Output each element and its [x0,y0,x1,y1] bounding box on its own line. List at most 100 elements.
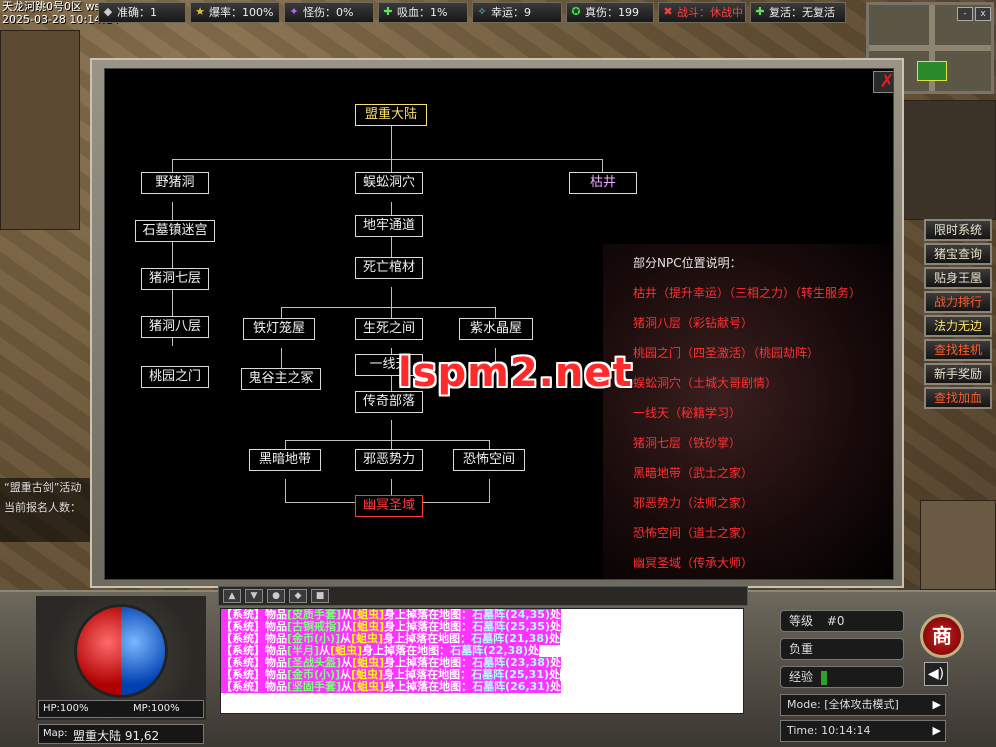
chat-tab-guild[interactable]: ◆ [289,589,307,603]
event-signup-count: 当前报名人数： [4,501,81,514]
npc-line: 蜈蚣洞穴（土城大哥剧情） [633,376,778,390]
exp-bar [820,670,827,685]
map-guide-dialog: 盟重大陆 野猪洞 石墓镇迷宫 猪洞七层 猪洞八层 桃园之门 蜈蚣洞穴 地牢通道 … [90,58,904,588]
bottom-hud: HP:100% MP:100% Map: 盟重大陆 91,62 ▲ ▼ ● ◆ … [0,586,996,747]
event-signup-panel: “盟重古剑”活动 当前报名人数： [0,478,92,542]
map-node-life-death[interactable]: 生死之间 [355,318,423,340]
map-label: Map: [43,728,68,739]
exp-label: 经验 [789,670,814,684]
side-btn-find-heal[interactable]: 查找加血 [924,387,992,409]
side-btn-power-ranking[interactable]: 战力排行 [924,291,992,313]
side-btn-pig-treasure[interactable]: 猪宝查询 [924,243,992,265]
map-node-iron-lantern-house[interactable]: 铁灯笼屋 [243,318,315,340]
map-node-pig-cave-8[interactable]: 猪洞八层 [141,316,209,338]
time-display: Time: 10:14:14 ▶ [780,720,946,742]
npc-line: 枯井（提升幸运）（三相之力）（转生服务） [633,286,862,300]
mode-value: [全体攻击模式] [824,698,899,711]
minimap-player-marker [917,61,947,81]
exp-display: 经验 [780,666,904,688]
npc-line: 幽冥圣域（传承大师） [633,556,754,570]
map-node-stone-tomb-maze[interactable]: 石墓镇迷宫 [135,220,215,242]
site-watermark: lspm2.net [398,350,633,396]
side-btn-infinite-mana[interactable]: 法力无边 [924,315,992,337]
drop-rate-icon: ★ [195,5,205,18]
npc-line: 桃园之门（四圣激活）（桃园劫阵） [633,346,820,360]
weight-display: 负重 [780,638,904,660]
npc-line: 邪恶势力（法师之家） [633,496,754,510]
side-btn-newbie-reward[interactable]: 新手奖励 [924,363,992,385]
true-damage-icon: ✪ [571,5,581,18]
revive-icon: ✚ [755,5,765,18]
minimap-close-button[interactable]: x [975,7,991,21]
stat-lifesteal: ✚ 吸血：1% [378,2,468,23]
level-value: #0 [826,614,845,628]
luck-icon: ✧ [477,5,487,18]
level-display: 等级 #0 [780,610,904,632]
accuracy-icon: ◆ [103,5,113,18]
stat-luck: ✧ 幸运：9 [472,2,562,23]
battle-icon: ✖ [663,5,673,18]
chat-tab-down[interactable]: ▼ [245,589,263,603]
stat-battle: ✖ 战斗：休战中 [658,2,746,23]
map-node-amethyst-house[interactable]: 紫水晶屋 [459,318,533,340]
npc-location-panel: 部分NPC位置说明： 枯井（提升幸运）（三相之力）（转生服务） 猪洞八层（彩钻献… [603,244,893,579]
stat-monster-damage: ✦ 怪伤：0% [284,2,374,23]
mode-label: Mode: [787,698,821,711]
map-node-terror-space[interactable]: 恐怖空间 [453,449,525,471]
map-node-wild-boar-cave[interactable]: 野猪洞 [141,172,209,194]
side-btn-find-afk[interactable]: 查找挂机 [924,339,992,361]
stat-revive: ✚ 复活：无复活 [750,2,846,23]
time-label: Time: [787,724,818,737]
chat-tab-system[interactable]: ■ [311,589,329,603]
map-node-dark-zone[interactable]: 黑暗地带 [249,449,321,471]
minimap-minimize-button[interactable]: - [957,7,973,21]
npc-line: 黑暗地带（武士之家） [633,466,754,480]
chat-tab-all[interactable]: ● [267,589,285,603]
dialog-close-button[interactable]: ✗ [873,71,893,93]
mp-label: MP:100% [133,703,180,714]
stat-accuracy: ◆ 准确：1 [98,2,186,23]
attack-mode-selector[interactable]: Mode: [全体攻击模式] ▶ [780,694,946,716]
map-node-centipede-cave[interactable]: 蜈蚣洞穴 [355,172,423,194]
map-readout: Map: 盟重大陆 91,62 [38,724,204,744]
time-value: 10:14:14 [821,724,871,737]
event-title: “盟重古剑”活动 [4,481,82,494]
hp-mp-orb [74,604,168,698]
map-node-nether-holy-land[interactable]: 幽冥圣域 [355,495,423,517]
stat-drop-rate: ★ 爆率：100% [190,2,280,23]
map-node-pig-cave-7[interactable]: 猪洞七层 [141,268,209,290]
map-node-death-coffin[interactable]: 死亡棺材 [355,257,423,279]
chat-tab-up[interactable]: ▲ [223,589,241,603]
level-label: 等级 [789,614,814,628]
chat-toolbar: ▲ ▼ ● ◆ ■ [218,586,748,606]
mode-arrow-icon: ▶ [932,698,941,711]
map-node-ghost-valley-tomb[interactable]: 鬼谷主之冢 [241,368,321,390]
monster-damage-icon: ✦ [289,5,299,18]
map-node-peach-gate[interactable]: 桃园之门 [141,366,209,388]
stat-true-damage: ✪ 真伤：199 [566,2,654,23]
side-menu: 限时系统 猪宝查询 贴身王凰 战力排行 法力无边 查找挂机 新手奖励 查找加血 [924,219,996,411]
map-node-dry-well[interactable]: 枯井 [569,172,637,194]
side-btn-timed-system[interactable]: 限时系统 [924,219,992,241]
sound-toggle-icon[interactable]: ◀) [924,662,948,686]
npc-line: 猪洞八层（彩钻献号） [633,316,754,330]
mp-fill [121,607,165,695]
npc-line: 恐怖空间（道士之家） [633,526,754,540]
npc-line: 一线天（秘籍学习） [633,406,742,420]
map-node-evil-force[interactable]: 邪恶势力 [355,449,423,471]
hp-label: HP:100% [43,703,89,714]
top-status-bar: 天龙河跳0号0区 ws521 2025-03-28 10:14:14 ◆准确：1… [0,0,870,26]
server-name: 天龙河跳0号0区 [2,0,82,13]
map-node-mengzhong[interactable]: 盟重大陆 [355,104,427,126]
lifesteal-icon: ✚ [383,5,393,18]
npc-line: 猪洞七层（铁砂掌） [633,436,742,450]
time-arrow-icon: ▶ [932,724,941,737]
shop-button[interactable]: 商 [920,614,964,658]
map-guide-content: 盟重大陆 野猪洞 石墓镇迷宫 猪洞七层 猪洞八层 桃园之门 蜈蚣洞穴 地牢通道 … [104,68,894,580]
chat-message: 【系统】物品[坚固手套]从[蛆虫]身上掉落在地图：石墓阵(26,31)处 [221,680,561,693]
map-node-dungeon-passage[interactable]: 地牢通道 [355,215,423,237]
chat-log[interactable]: 【系统】物品[皮质手套]从[蛆虫]身上掉落在地图：石墓阵(24,35)处 【系统… [220,608,744,714]
map-name: 盟重大陆 91,62 [73,729,160,743]
hp-mp-readout: HP:100% MP:100% [38,700,204,718]
side-btn-personal-king[interactable]: 贴身王凰 [924,267,992,289]
